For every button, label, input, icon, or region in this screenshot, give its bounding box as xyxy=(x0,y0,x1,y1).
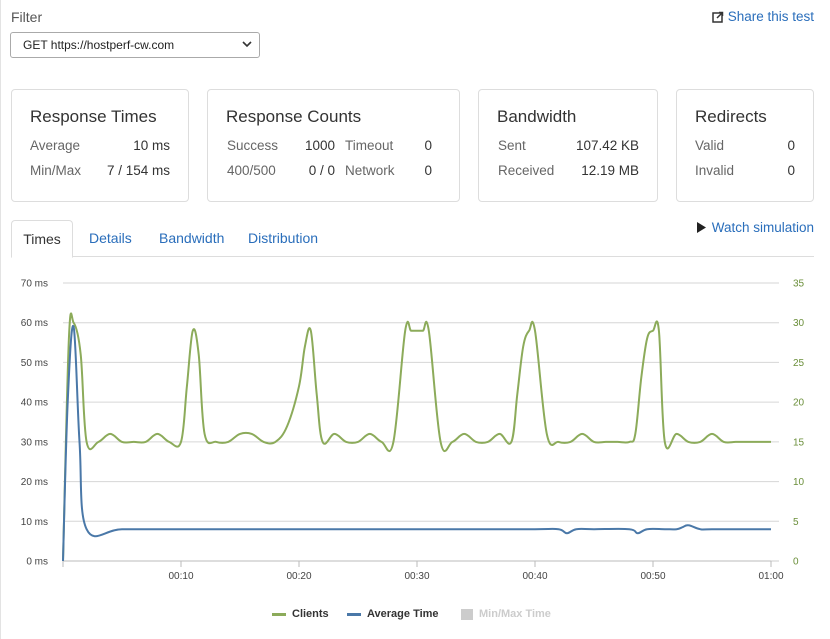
error-label: 400/500 xyxy=(227,163,276,178)
legend-label: Clients xyxy=(292,608,329,620)
network-value: 0 xyxy=(424,163,432,178)
x-tick-label: 00:10 xyxy=(168,571,193,582)
average-value: 10 ms xyxy=(133,138,170,153)
legend-item-average-time[interactable]: Average Time xyxy=(347,608,439,620)
average-label: Average xyxy=(30,138,81,153)
legend-swatch xyxy=(272,612,286,616)
tab-bandwidth[interactable]: Bandwidth xyxy=(159,220,224,257)
watch-label: Watch simulation xyxy=(711,220,814,235)
x-axis: 00:10 00:20 00:30 00:40 00:50 01:00 xyxy=(62,560,784,582)
valid-value: 0 xyxy=(787,138,795,153)
y-axis-right: 0 5 10 15 20 25 30 35 xyxy=(793,279,805,568)
legend-swatch xyxy=(347,612,361,616)
legend-item-clients[interactable]: Clients xyxy=(272,608,329,620)
card-title: Response Counts xyxy=(226,107,362,126)
y-left-tick-label: 40 ms xyxy=(21,398,48,409)
share-test-link[interactable]: Share this test xyxy=(711,9,814,24)
request-filter-select[interactable]: GET https://hostperf-cw.com xyxy=(10,32,260,58)
chart-series xyxy=(62,312,771,562)
success-value: 1000 xyxy=(304,138,335,153)
y-right-tick-label: 35 xyxy=(793,279,805,290)
y-left-tick-label: 50 ms xyxy=(21,358,48,369)
filter-label: Filter xyxy=(11,9,43,25)
y-left-tick-label: 20 ms xyxy=(21,477,48,488)
chart-grid xyxy=(63,282,779,562)
y-left-tick-label: 0 ms xyxy=(26,557,48,568)
timeout-value: 0 xyxy=(424,138,432,153)
x-tick-label: 01:00 xyxy=(758,571,783,582)
legend-label: Min/Max Time xyxy=(479,608,551,620)
response-counts-card: Response Counts Success 1000 Timeout 0 4… xyxy=(207,89,460,202)
share-label: Share this test xyxy=(727,9,814,24)
legend-swatch xyxy=(461,608,473,620)
response-times-chart: 00:10 00:20 00:30 00:40 00:50 01:00 0 ms 10 ms… xyxy=(21,279,805,583)
card-title: Bandwidth xyxy=(497,107,577,126)
y-right-tick-label: 0 xyxy=(793,557,799,568)
y-left-tick-label: 60 ms xyxy=(21,318,48,329)
legend-label: Average Time xyxy=(367,608,439,620)
y-right-tick-label: 30 xyxy=(793,318,805,329)
timeout-label: Timeout xyxy=(345,138,394,153)
card-title: Response Times xyxy=(30,107,157,126)
share-icon xyxy=(711,11,723,23)
x-tick-label: 00:30 xyxy=(404,571,429,582)
y-left-tick-label: 30 ms xyxy=(21,437,48,448)
invalid-value: 0 xyxy=(787,163,795,178)
legend-item-minmax-time[interactable]: Min/Max Time xyxy=(461,608,551,620)
card-title: Redirects xyxy=(695,107,767,126)
y-right-tick-label: 20 xyxy=(793,398,805,409)
x-tick-label: 00:20 xyxy=(286,571,311,582)
page-frame: Filter GET https://hostperf-cw.com Share… xyxy=(0,0,830,639)
play-icon xyxy=(696,222,706,233)
success-label: Success xyxy=(227,138,279,153)
tab-distribution[interactable]: Distribution xyxy=(248,220,318,257)
filter-selected-value: GET https://hostperf-cw.com xyxy=(23,38,175,52)
x-tick-label: 00:50 xyxy=(640,571,665,582)
chevron-down-icon xyxy=(242,41,252,48)
y-right-tick-label: 25 xyxy=(793,358,805,369)
y-right-tick-label: 15 xyxy=(793,437,805,448)
error-value: 0 / 0 xyxy=(308,163,335,178)
redirects-card: Redirects Valid 0 Invalid 0 xyxy=(676,89,814,202)
minmax-value: 7 / 154 ms xyxy=(106,163,170,178)
sent-label: Sent xyxy=(498,138,526,153)
y-right-tick-label: 10 xyxy=(793,477,805,488)
chart-legend: Clients Average Time Min/Max Time xyxy=(1,605,830,625)
sent-value: 107.42 KB xyxy=(575,138,639,153)
tab-times[interactable]: Times xyxy=(11,220,73,258)
y-right-tick-label: 5 xyxy=(793,517,799,528)
watch-simulation-link[interactable]: Watch simulation xyxy=(696,220,814,235)
y-axis-left: 0 ms 10 ms 20 ms 30 ms 40 ms 50 ms 60 ms 70 ms xyxy=(21,279,48,568)
y-left-tick-label: 10 ms xyxy=(21,517,48,528)
invalid-label: Invalid xyxy=(695,163,735,178)
series-line-clients xyxy=(62,312,771,562)
x-tick-label: 00:40 xyxy=(522,571,547,582)
tab-details[interactable]: Details xyxy=(89,220,132,257)
received-value: 12.19 MB xyxy=(581,163,639,178)
received-label: Received xyxy=(498,163,555,178)
bandwidth-card: Bandwidth Sent 107.42 KB Received 12.19 … xyxy=(478,89,658,202)
chart-tabs: Times Details Bandwidth Distribution xyxy=(11,220,814,258)
valid-label: Valid xyxy=(695,138,725,153)
y-left-tick-label: 70 ms xyxy=(21,279,48,290)
response-times-card: Response Times Average 10 ms Min/Max 7 /… xyxy=(11,89,189,202)
minmax-label: Min/Max xyxy=(30,163,82,178)
network-label: Network xyxy=(345,163,395,178)
